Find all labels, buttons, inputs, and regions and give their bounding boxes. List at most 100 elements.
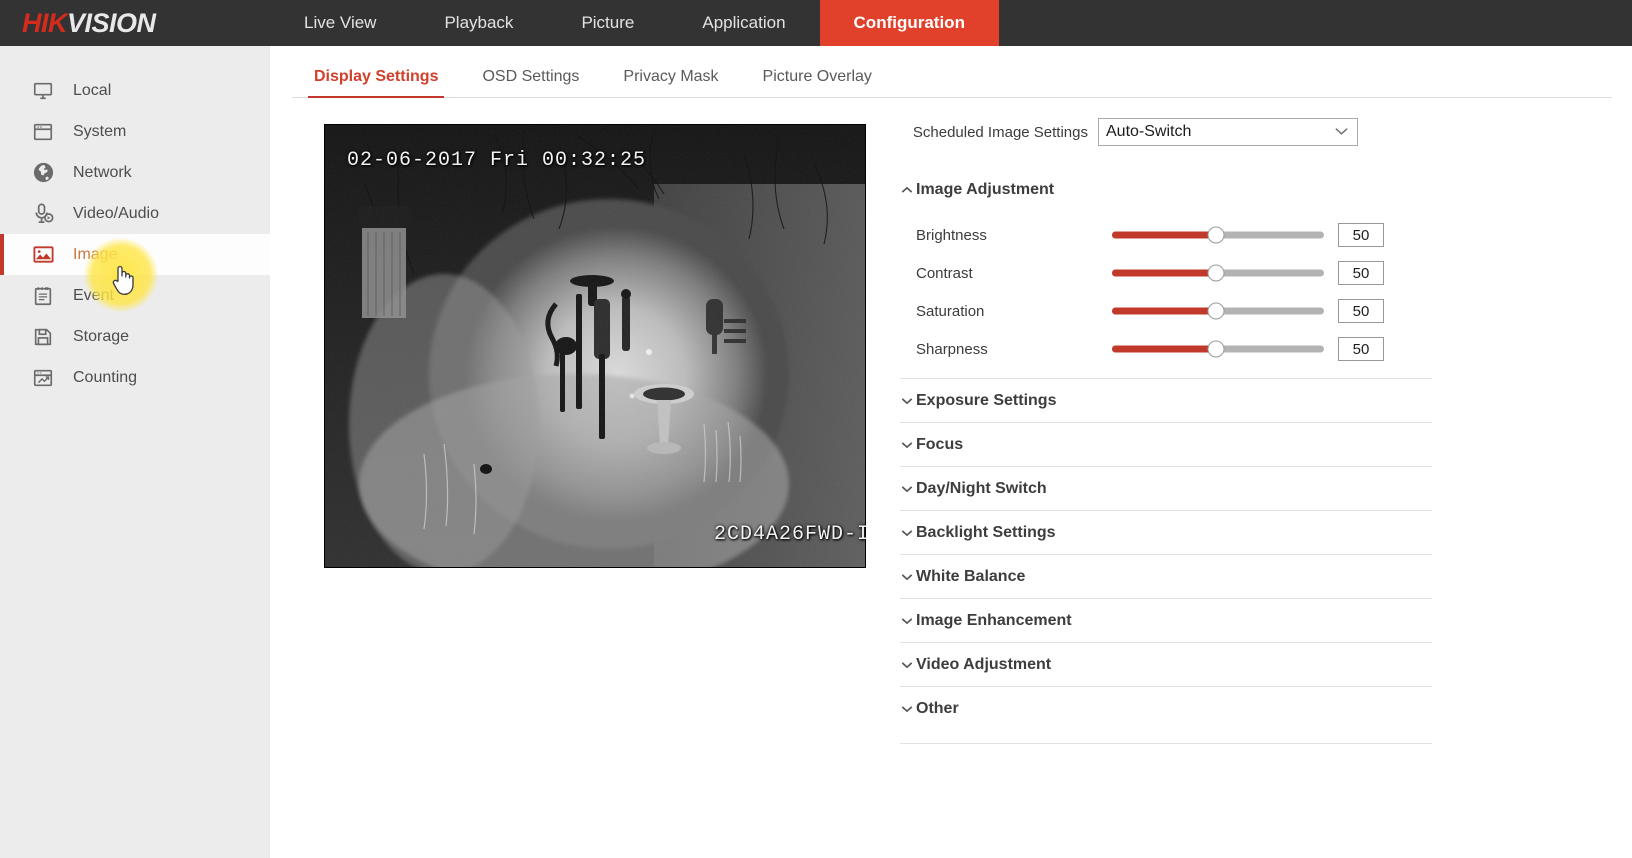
sharpness-value-input[interactable]: 50 — [1338, 337, 1384, 361]
slider-fill — [1112, 308, 1216, 315]
slider-fill — [1112, 270, 1216, 277]
section-title: Day/Night Switch — [916, 480, 1047, 498]
section-header-exposure-settings[interactable]: Exposure Settings — [900, 378, 1432, 422]
slider-thumb[interactable] — [1207, 341, 1224, 358]
chevron-down-icon — [900, 441, 914, 449]
floppy-disk-icon — [30, 324, 56, 350]
section-title: Video Adjustment — [916, 656, 1051, 674]
contrast-value-input[interactable]: 50 — [1338, 261, 1384, 285]
sidebar-item-label: Image — [73, 246, 117, 264]
monitor-icon — [30, 78, 56, 104]
sidebar-item-label: Local — [73, 82, 111, 100]
slider-label: Saturation — [900, 303, 1112, 320]
saturation-slider[interactable] — [1112, 301, 1324, 321]
section-header-image-enhancement[interactable]: Image Enhancement — [900, 598, 1432, 642]
microphone-icon — [30, 201, 56, 227]
video-frame-image — [324, 124, 866, 568]
slider-thumb[interactable] — [1207, 265, 1224, 282]
section-header-video-adjustment[interactable]: Video Adjustment — [900, 642, 1432, 686]
tab-display-settings[interactable]: Display Settings — [292, 68, 460, 97]
nav-item-application[interactable]: Application — [668, 0, 819, 46]
tab-picture-overlay[interactable]: Picture Overlay — [741, 68, 894, 97]
display-settings-panel: Scheduled Image Settings Auto-Switch Ima… — [900, 116, 1432, 744]
slider-label: Sharpness — [900, 341, 1112, 358]
chevron-down-icon — [900, 705, 914, 713]
hikvision-logo: HIKVISION — [0, 0, 270, 46]
saturation-value-input[interactable]: 50 — [1338, 299, 1384, 323]
slider-label: Contrast — [900, 265, 1112, 282]
sidebar-item-counting[interactable]: Counting — [0, 357, 270, 398]
settings-tabs: Display Settings OSD Settings Privacy Ma… — [292, 60, 1612, 98]
scheduled-image-settings-row: Scheduled Image Settings Auto-Switch — [900, 116, 1432, 148]
slider-row-brightness: Brightness 50 — [900, 216, 1432, 254]
main-nav: Live View Playback Picture Application C… — [270, 0, 999, 46]
brightness-slider[interactable] — [1112, 225, 1324, 245]
tab-privacy-mask[interactable]: Privacy Mask — [601, 68, 740, 97]
slider-thumb[interactable] — [1207, 227, 1224, 244]
nav-item-live-view[interactable]: Live View — [270, 0, 410, 46]
chevron-down-icon — [900, 485, 914, 493]
chevron-down-icon — [1334, 123, 1349, 141]
window-icon — [30, 119, 56, 145]
panel-bottom-divider — [900, 743, 1432, 744]
sidebar-item-network[interactable]: Network — [0, 152, 270, 193]
globe-icon — [30, 160, 56, 186]
chevron-up-icon — [900, 186, 914, 194]
sidebar-item-storage[interactable]: Storage — [0, 316, 270, 357]
section-header-white-balance[interactable]: White Balance — [900, 554, 1432, 598]
image-adjustment-sliders: Brightness 50 Contrast 50 Saturation — [900, 211, 1432, 378]
section-header-focus[interactable]: Focus — [900, 422, 1432, 466]
content-area: Display Settings OSD Settings Privacy Ma… — [270, 46, 1632, 858]
section-header-day-night-switch[interactable]: Day/Night Switch — [900, 466, 1432, 510]
scheduled-image-settings-select[interactable]: Auto-Switch — [1098, 118, 1358, 146]
sidebar-item-system[interactable]: System — [0, 111, 270, 152]
chevron-down-icon — [900, 617, 914, 625]
chevron-down-icon — [900, 529, 914, 537]
nav-item-configuration[interactable]: Configuration — [820, 0, 999, 46]
slider-row-saturation: Saturation 50 — [900, 292, 1432, 330]
slider-row-contrast: Contrast 50 — [900, 254, 1432, 292]
chevron-down-icon — [900, 661, 914, 669]
section-title: Focus — [916, 436, 963, 454]
sidebar-item-image[interactable]: Image — [0, 234, 270, 275]
chevron-down-icon — [900, 397, 914, 405]
image-icon — [30, 242, 56, 268]
section-header-image-adjustment[interactable]: Image Adjustment — [900, 168, 1432, 211]
live-video-preview[interactable]: 02-06-2017 Fri 00:32:25 2CD4A26FWD-I — [324, 124, 866, 568]
sidebar-item-label: Event — [73, 287, 114, 305]
logo-text-hik: HIK — [22, 8, 67, 39]
section-header-other[interactable]: Other — [900, 686, 1432, 730]
sidebar-item-label: Storage — [73, 328, 129, 346]
slider-thumb[interactable] — [1207, 303, 1224, 320]
sidebar-item-label: Video/Audio — [73, 205, 159, 223]
contrast-slider[interactable] — [1112, 263, 1324, 283]
brightness-value-input[interactable]: 50 — [1338, 223, 1384, 247]
section-title: White Balance — [916, 568, 1025, 586]
sidebar-item-label: System — [73, 123, 126, 141]
nav-item-playback[interactable]: Playback — [410, 0, 547, 46]
osd-timestamp: 02-06-2017 Fri 00:32:25 — [347, 149, 646, 172]
tab-osd-settings[interactable]: OSD Settings — [460, 68, 601, 97]
section-title: Image Adjustment — [916, 181, 1054, 199]
osd-camera-model: 2CD4A26FWD-I — [714, 523, 866, 546]
section-title: Exposure Settings — [916, 392, 1056, 410]
counting-chart-icon — [30, 365, 56, 391]
sidebar: Local System Network Video/Audio — [0, 46, 270, 858]
slider-fill — [1112, 232, 1216, 239]
section-title: Other — [916, 700, 959, 718]
sidebar-item-local[interactable]: Local — [0, 70, 270, 111]
section-title: Backlight Settings — [916, 524, 1056, 542]
sidebar-item-video-audio[interactable]: Video/Audio — [0, 193, 270, 234]
nav-item-picture[interactable]: Picture — [547, 0, 668, 46]
logo-text-vision: VISION — [67, 8, 156, 39]
notepad-icon — [30, 283, 56, 309]
sharpness-slider[interactable] — [1112, 339, 1324, 359]
scheduled-image-settings-label: Scheduled Image Settings — [900, 124, 1098, 141]
section-header-backlight-settings[interactable]: Backlight Settings — [900, 510, 1432, 554]
sidebar-item-label: Network — [73, 164, 132, 182]
sidebar-item-event[interactable]: Event — [0, 275, 270, 316]
top-navigation-bar: HIKVISION Live View Playback Picture App… — [0, 0, 1632, 46]
slider-label: Brightness — [900, 227, 1112, 244]
slider-row-sharpness: Sharpness 50 — [900, 330, 1432, 368]
sidebar-item-label: Counting — [73, 369, 137, 387]
